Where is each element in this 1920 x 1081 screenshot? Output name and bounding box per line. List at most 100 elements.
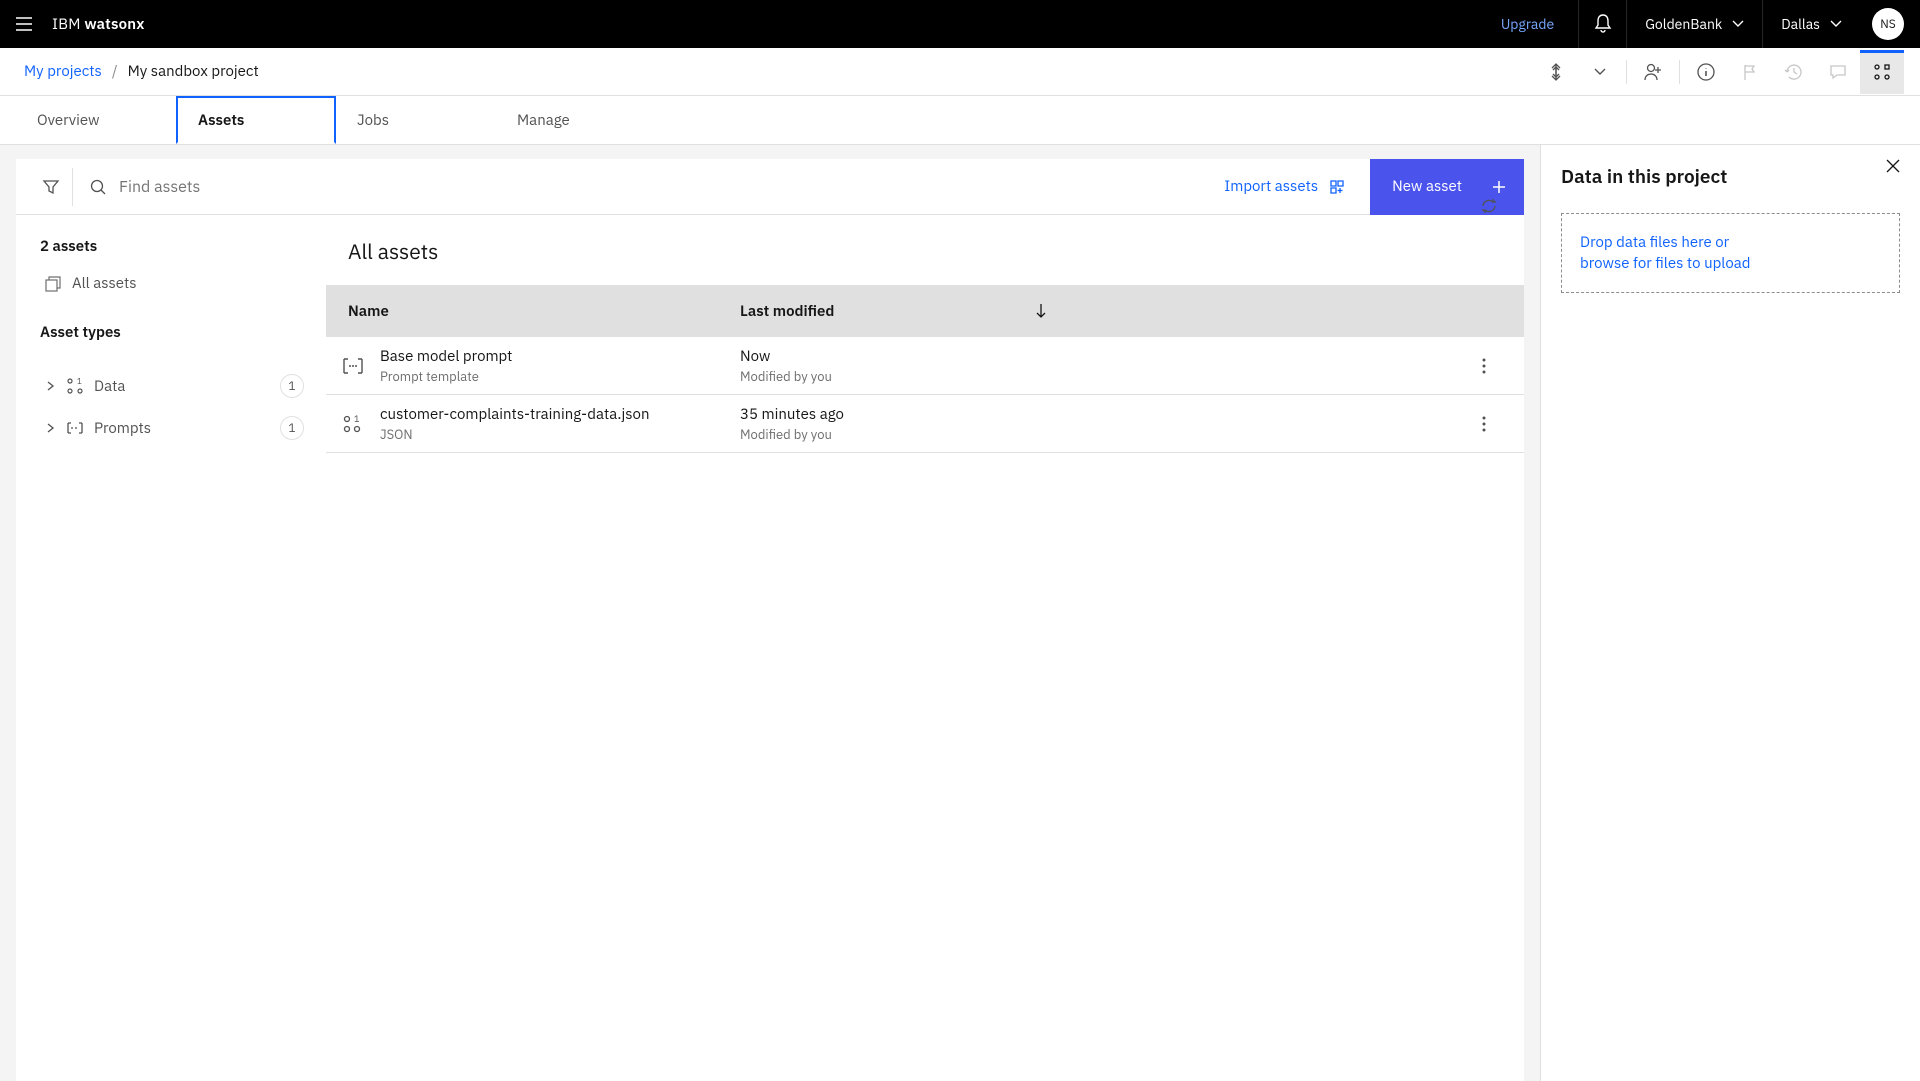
chevron-down-icon (1594, 68, 1606, 76)
chat-icon (1828, 62, 1848, 82)
all-assets-row[interactable]: All assets (40, 274, 304, 293)
kebab-icon (1482, 358, 1486, 374)
row-modified-by: Modified by you (740, 368, 1444, 385)
data-type-icon: 1 (66, 377, 84, 395)
column-name-header[interactable]: Name (326, 302, 726, 321)
refresh-button[interactable] (1480, 197, 1498, 215)
json-data-icon: 1 (342, 414, 364, 434)
global-header: IBM watsonx Upgrade GoldenBank Dallas NS (0, 0, 1920, 48)
column-modified-header[interactable]: Last modified (726, 302, 1444, 321)
row-name: customer-complaints-training-data.json (380, 405, 726, 424)
upload-menu-button[interactable] (1578, 50, 1622, 94)
row-modified-time: Now (740, 347, 1444, 366)
prompt-type-icon (66, 421, 84, 435)
table-row[interactable]: Base model prompt Prompt template Now Mo… (326, 337, 1524, 395)
data-panel-button[interactable] (1860, 50, 1904, 94)
row-subtype: JSON (380, 426, 726, 443)
asset-table: All assets Name Last modified (326, 215, 1524, 1081)
refresh-icon (1480, 197, 1498, 215)
sort-desc-icon (1034, 303, 1048, 319)
tab-jobs[interactable]: Jobs (336, 96, 496, 144)
chevron-right-icon (46, 423, 56, 433)
flag-icon (1741, 63, 1759, 81)
row-modified-by: Modified by you (740, 426, 1444, 443)
row-menu-button[interactable] (1444, 358, 1524, 374)
prompt-icon (342, 358, 364, 374)
data-side-panel: Data in this project Drop data files her… (1540, 145, 1920, 1081)
brand-label: IBM watsonx (48, 15, 145, 34)
table-row[interactable]: 1 customer-complaints-training-data.json… (326, 395, 1524, 453)
history-button (1772, 50, 1816, 94)
brand-name: watsonx (84, 15, 144, 34)
data-icon (1872, 62, 1892, 82)
project-tabs: Overview Assets Jobs Manage (0, 96, 1920, 145)
row-menu-button[interactable] (1444, 416, 1524, 432)
person-add-icon (1643, 62, 1663, 82)
region-switcher[interactable]: Dallas (1762, 0, 1860, 48)
asset-type-count: 1 (280, 416, 304, 440)
org-switcher[interactable]: GoldenBank (1626, 0, 1762, 48)
tab-manage[interactable]: Manage (496, 96, 656, 144)
upload-button[interactable] (1534, 50, 1578, 94)
add-collaborator-button[interactable] (1631, 50, 1675, 94)
svg-text:1: 1 (77, 377, 82, 387)
flag-button (1728, 50, 1772, 94)
project-actions (1534, 50, 1904, 94)
row-type-icon: 1 (326, 414, 380, 434)
breadcrumb-bar: My projects / My sandbox project (0, 48, 1920, 96)
upgrade-link[interactable]: Upgrade (1477, 0, 1578, 48)
hamburger-menu-button[interactable] (0, 0, 48, 48)
bell-icon (1593, 13, 1613, 35)
column-modified-label: Last modified (740, 302, 834, 321)
side-panel-title: Data in this project (1561, 165, 1900, 189)
close-panel-button[interactable] (1886, 159, 1900, 173)
filter-icon (42, 178, 60, 196)
breadcrumb-separator: / (102, 62, 128, 81)
stack-icon (44, 275, 62, 293)
row-subtype: Prompt template (380, 368, 726, 385)
asset-type-label: Data (94, 377, 125, 396)
asset-type-nav: 2 assets All assets Asset types 1 Data 1 (16, 215, 326, 1081)
row-name: Base model prompt (380, 347, 726, 366)
chat-button (1816, 50, 1860, 94)
chevron-down-icon (1732, 20, 1744, 28)
search-button[interactable] (77, 168, 119, 206)
import-assets-label: Import assets (1224, 177, 1318, 196)
info-icon (1696, 62, 1716, 82)
tab-overview[interactable]: Overview (16, 96, 176, 144)
history-icon (1784, 62, 1804, 82)
menu-icon (14, 14, 34, 34)
asset-type-data[interactable]: 1 Data 1 (40, 374, 304, 398)
file-drop-zone[interactable]: Drop data files here or browse for files… (1561, 213, 1900, 293)
dropzone-text-2: browse for files to upload (1580, 253, 1881, 274)
brand-prefix: IBM (52, 15, 84, 34)
new-asset-button[interactable]: New asset (1370, 159, 1524, 215)
user-avatar[interactable]: NS (1872, 8, 1904, 40)
table-header-row: Name Last modified (326, 285, 1524, 337)
row-modified-time: 35 minutes ago (740, 405, 1444, 424)
asset-filter-bar: Import assets New asset (16, 159, 1524, 215)
import-assets-button[interactable]: Import assets (1200, 159, 1370, 215)
table-heading: All assets (326, 237, 1502, 285)
plus-icon (1492, 180, 1506, 194)
close-icon (1886, 159, 1900, 173)
chevron-right-icon (46, 381, 56, 391)
row-type-icon (326, 358, 380, 374)
info-button[interactable] (1684, 50, 1728, 94)
notifications-button[interactable] (1578, 0, 1626, 48)
import-icon (1328, 178, 1346, 196)
asset-type-label: Prompts (94, 419, 151, 438)
asset-type-prompts[interactable]: Prompts 1 (40, 416, 304, 440)
region-name: Dallas (1781, 15, 1820, 33)
tab-assets[interactable]: Assets (176, 96, 336, 144)
kebab-icon (1482, 416, 1486, 432)
filter-button[interactable] (30, 168, 73, 206)
asset-count-heading: 2 assets (40, 237, 304, 256)
asset-search-input[interactable] (119, 177, 1200, 197)
all-assets-label: All assets (72, 274, 137, 293)
breadcrumb-root-link[interactable]: My projects (24, 62, 102, 81)
new-asset-label: New asset (1392, 177, 1462, 196)
dropzone-text-1: Drop data files here or (1580, 232, 1881, 253)
search-icon (89, 178, 107, 196)
breadcrumb-current: My sandbox project (128, 62, 259, 81)
